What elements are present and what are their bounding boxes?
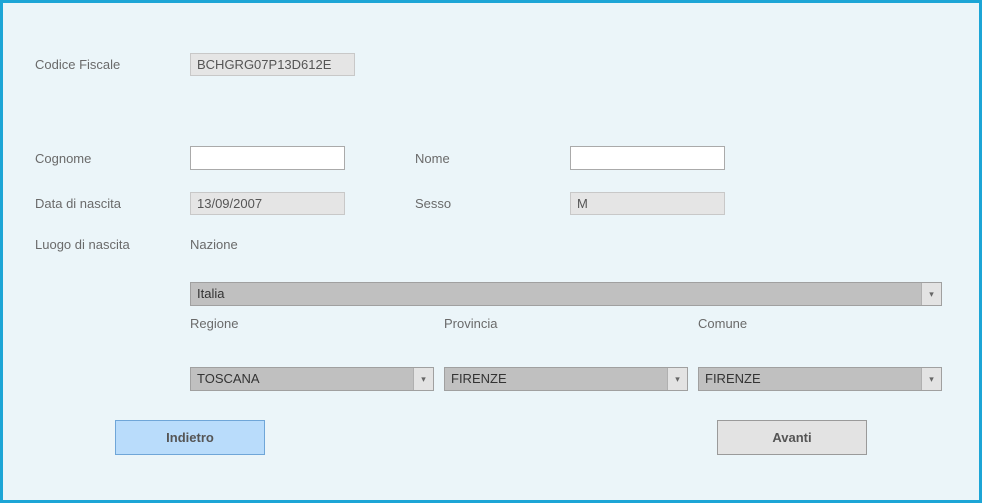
nazione-label: Nazione (190, 237, 238, 252)
regione-label: Regione (190, 316, 434, 331)
nazione-select[interactable]: Italia ▾ (190, 282, 942, 306)
nazione-value: Italia (190, 282, 942, 306)
data-nascita-label: Data di nascita (35, 196, 190, 211)
nome-input[interactable] (570, 146, 725, 170)
sesso-label: Sesso (415, 196, 570, 211)
data-nascita-value: 13/09/2007 (190, 192, 345, 215)
luogo-nascita-label: Luogo di nascita (35, 237, 190, 252)
codice-fiscale-value: BCHGRG07P13D612E (190, 53, 355, 76)
sesso-value: M (570, 192, 725, 215)
regione-value: TOSCANA (190, 367, 434, 391)
provincia-label: Provincia (444, 316, 688, 331)
provincia-select[interactable]: FIRENZE ▾ (444, 367, 688, 391)
regione-select[interactable]: TOSCANA ▾ (190, 367, 434, 391)
nome-label: Nome (415, 151, 570, 166)
provincia-value: FIRENZE (444, 367, 688, 391)
cognome-label: Cognome (35, 151, 190, 166)
comune-select[interactable]: FIRENZE ▾ (698, 367, 942, 391)
back-button[interactable]: Indietro (115, 420, 265, 455)
cognome-input[interactable] (190, 146, 345, 170)
comune-value: FIRENZE (698, 367, 942, 391)
comune-label: Comune (698, 316, 942, 331)
next-button[interactable]: Avanti (717, 420, 867, 455)
codice-fiscale-label: Codice Fiscale (35, 57, 190, 72)
